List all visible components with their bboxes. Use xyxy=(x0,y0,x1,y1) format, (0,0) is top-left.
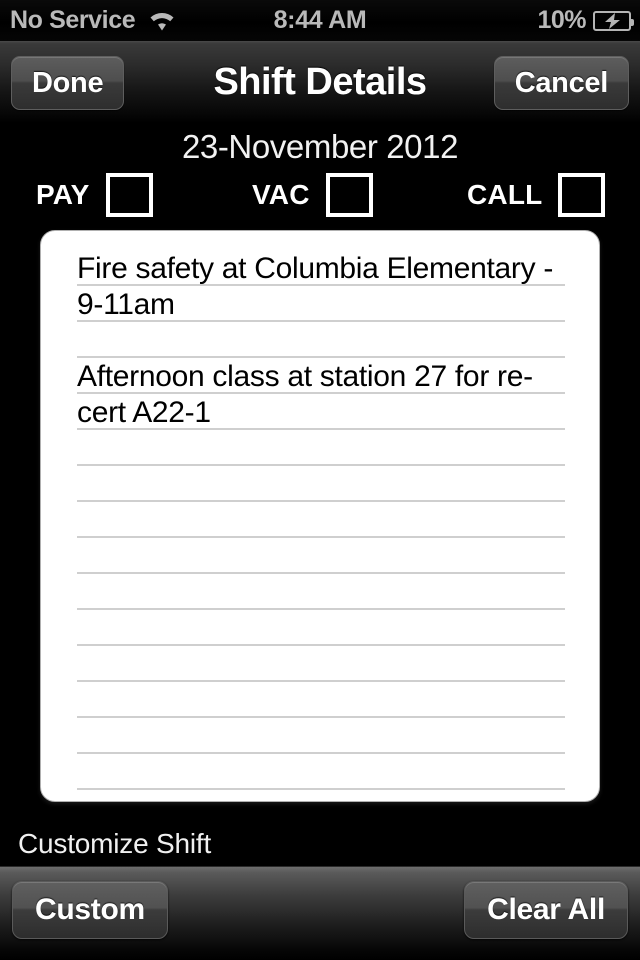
note-line xyxy=(77,576,573,612)
flag-call-label: CALL xyxy=(467,179,543,210)
shift-date-label: 23-November 2012 xyxy=(181,128,459,165)
flag-vac-checkbox[interactable] xyxy=(325,173,373,217)
note-line xyxy=(77,648,573,684)
note-line xyxy=(77,540,573,576)
custom-button[interactable]: Custom xyxy=(12,881,168,939)
status-bar-right: 10% xyxy=(537,0,634,41)
flag-vac[interactable]: VAC xyxy=(252,170,373,220)
note-line xyxy=(77,432,573,468)
clear-all-button[interactable]: Clear All xyxy=(464,881,628,939)
note-text-area[interactable]: Fire safety at Columbia Elementary -9-11… xyxy=(77,252,573,792)
flag-pay-label: PAY xyxy=(36,179,90,210)
app-screen: No Service 8:44 AM 10% Done Shift Detail… xyxy=(0,0,640,960)
note-line xyxy=(77,720,573,756)
status-bar: No Service 8:44 AM 10% xyxy=(0,0,640,41)
flag-pay-checkbox[interactable] xyxy=(105,173,153,217)
note-line: 9-11am xyxy=(77,288,175,321)
note-line xyxy=(77,504,573,540)
note-line xyxy=(77,612,573,648)
note-line xyxy=(77,324,573,360)
shift-flags-row: PAY VAC CALL xyxy=(0,170,640,220)
flag-call[interactable]: CALL xyxy=(467,170,606,220)
note-line: Fire safety at Columbia Elementary - xyxy=(77,252,554,285)
battery-charging-icon xyxy=(593,10,634,31)
bottom-toolbar: Custom Clear All xyxy=(0,866,640,960)
cancel-button[interactable]: Cancel xyxy=(493,56,629,110)
note-line xyxy=(77,684,573,720)
battery-percent-label: 10% xyxy=(537,6,586,34)
note-line: cert A22-1 xyxy=(77,396,211,429)
note-line xyxy=(77,756,573,792)
note-line: Afternoon class at station 27 for re- xyxy=(77,360,533,393)
navigation-bar: Done Shift Details Cancel xyxy=(0,41,640,124)
note-line xyxy=(77,468,573,504)
flag-vac-label: VAC xyxy=(252,179,310,210)
flag-pay[interactable]: PAY xyxy=(36,170,153,220)
flag-call-checkbox[interactable] xyxy=(558,173,606,217)
shift-notes-card[interactable]: Fire safety at Columbia Elementary -9-11… xyxy=(40,230,600,802)
customize-shift-label: Customize Shift xyxy=(18,828,212,859)
